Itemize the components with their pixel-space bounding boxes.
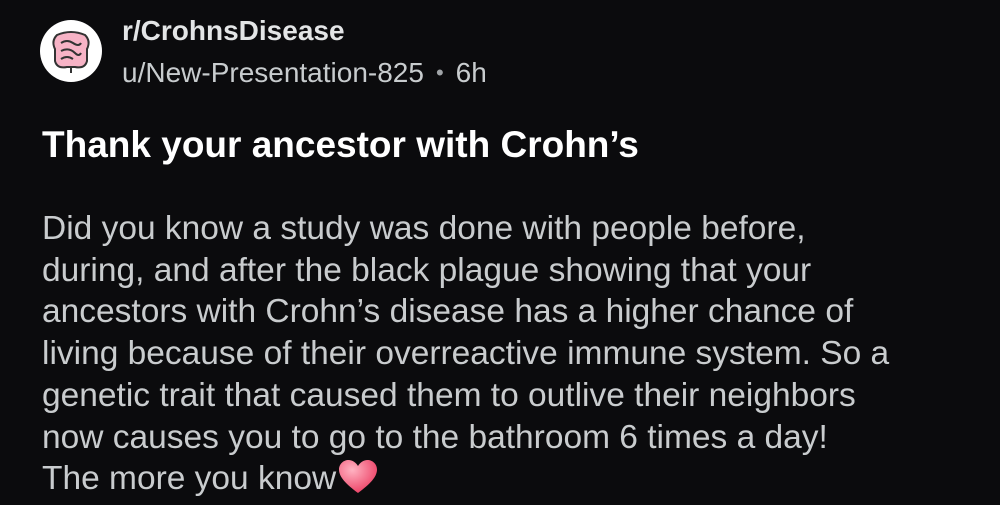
body-line: The more you know xyxy=(42,460,337,498)
separator-dot: • xyxy=(435,60,444,85)
author-username[interactable]: u/New-Presentation-825 xyxy=(122,56,424,90)
body-line: during, and after the black plague showi… xyxy=(42,251,812,289)
body-line: genetic trait that caused them to outliv… xyxy=(42,376,856,414)
subreddit-avatar[interactable] xyxy=(40,20,102,82)
heart-icon xyxy=(338,459,378,505)
subreddit-name[interactable]: r/CrohnsDisease xyxy=(122,14,487,48)
body-line: now causes you to go to the bathroom 6 t… xyxy=(42,418,828,456)
post-header: r/CrohnsDisease u/New-Presentation-825 •… xyxy=(40,14,487,90)
body-line: ancestors with Crohn’s disease has a hig… xyxy=(42,293,854,331)
post-meta: r/CrohnsDisease u/New-Presentation-825 •… xyxy=(122,14,487,90)
body-last-line: The more you know xyxy=(42,458,982,505)
post-body: Did you know a study was done with peopl… xyxy=(42,208,982,505)
post-title[interactable]: Thank your ancestor with Crohn’s xyxy=(42,122,639,168)
body-line: Did you know a study was done with peopl… xyxy=(42,210,806,247)
post-time: 6h xyxy=(455,57,487,88)
body-line: living because of their overreactive imm… xyxy=(42,335,890,373)
intestine-icon xyxy=(52,31,90,73)
post-card: r/CrohnsDisease u/New-Presentation-825 •… xyxy=(0,0,1000,505)
byline: u/New-Presentation-825 • 6h xyxy=(122,56,487,90)
